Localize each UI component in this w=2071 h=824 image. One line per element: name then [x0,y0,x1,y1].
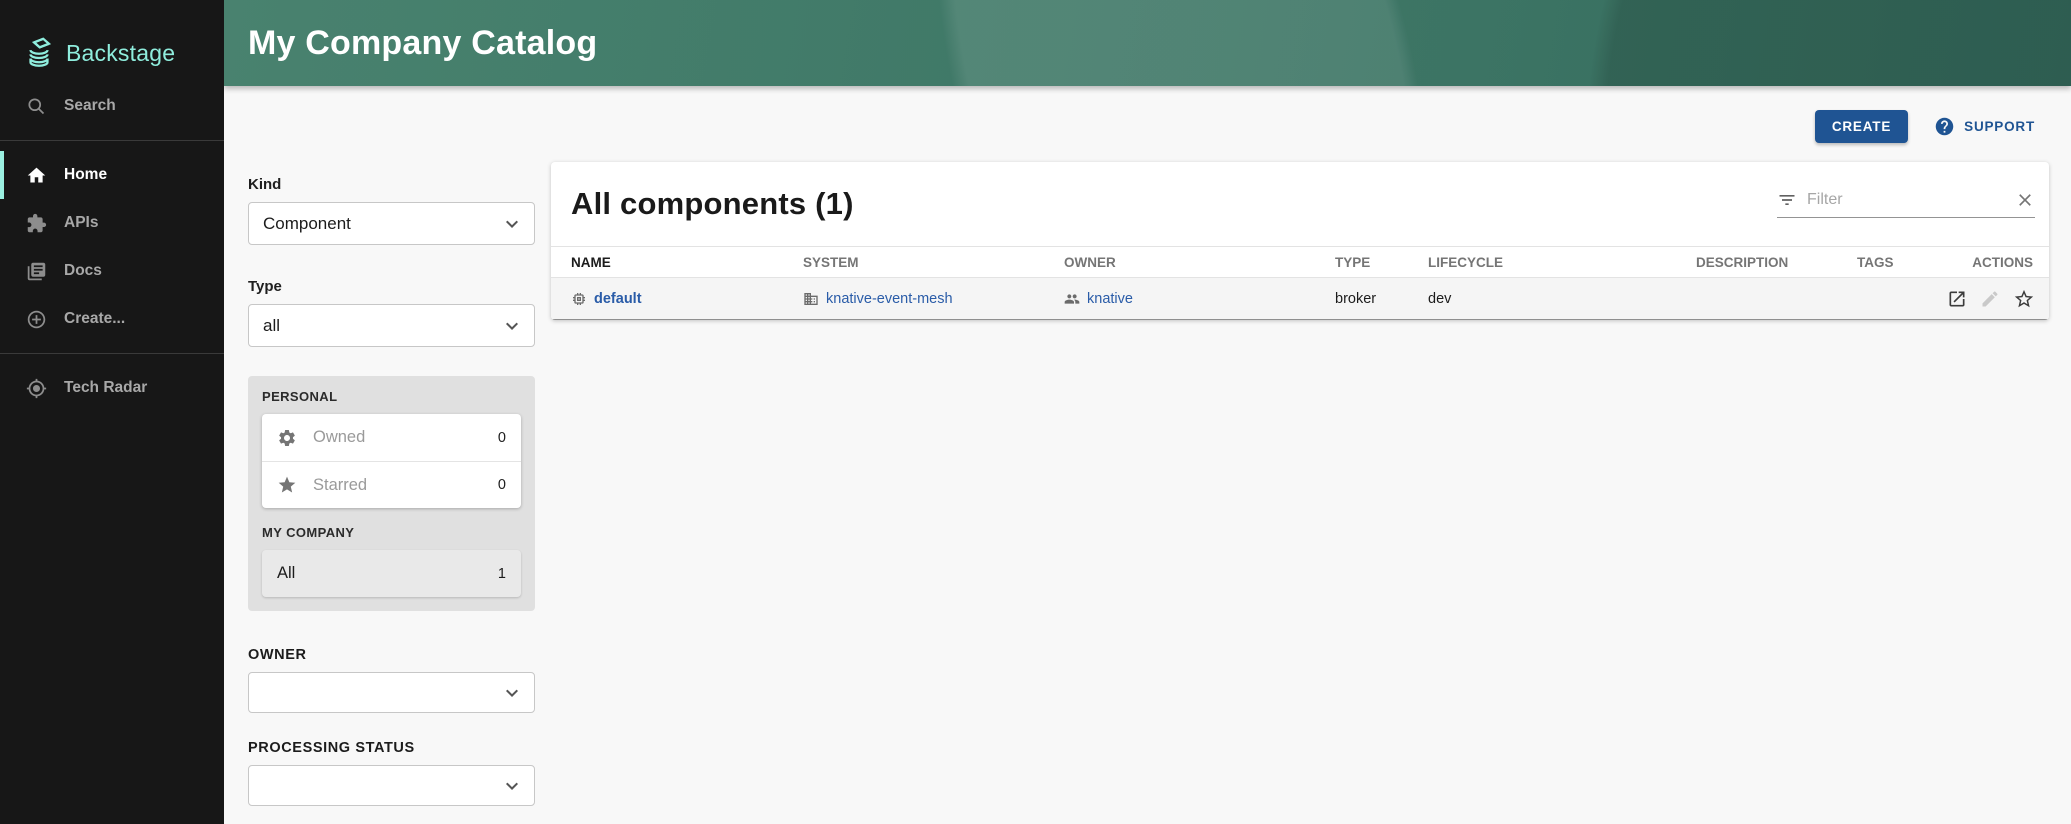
table-header-row: NAME SYSTEM OWNER TYPE LIFECYCLE DESCRIP… [551,247,2049,278]
sidebar-item-label: Tech Radar [64,379,147,397]
support-button[interactable]: SUPPORT [1934,116,2035,137]
page-title: My Company Catalog [224,24,597,63]
sidebar-item-docs[interactable]: Docs [0,247,224,295]
filter-item-label: All [277,564,295,583]
column-header-name[interactable]: NAME [551,247,803,278]
column-header-actions: ACTIONS [1947,247,2049,278]
group-icon [1064,291,1080,307]
sidebar-divider [0,353,224,354]
sidebar-item-label: Search [64,97,116,115]
chevron-down-icon [500,681,524,705]
table-title: All components (1) [571,186,854,222]
column-header-type[interactable]: TYPE [1335,247,1428,278]
sidebar-item-search[interactable]: Search [0,82,224,130]
filter-item-owned[interactable]: Owned 0 [262,414,521,461]
backstage-catalog-page: My Company Catalog Backstage Search Home… [0,0,2071,824]
system-link[interactable]: knative-event-mesh [826,291,953,307]
lifecycle-cell: dev [1428,278,1696,320]
backstage-logo[interactable]: Backstage [0,0,224,80]
backstage-logo-icon [22,36,56,70]
gear-icon [277,428,297,448]
entity-picker-card: PERSONAL Owned 0 Starred 0 MY COMPANY Al… [248,376,535,611]
sidebar-item-label: Create... [64,310,125,328]
sidebar-item-tech-radar[interactable]: Tech Radar [0,364,224,412]
component-icon [571,291,587,307]
description-cell [1696,278,1857,320]
type-select[interactable]: all [248,304,535,347]
chevron-down-icon [500,212,524,236]
column-header-lifecycle[interactable]: LIFECYCLE [1428,247,1696,278]
sidebar-divider [0,140,224,141]
open-in-new-icon[interactable] [1947,289,1967,309]
star-border-icon[interactable] [2013,288,2035,310]
table-row: default knative-event-mesh knative [551,278,2049,320]
processing-status-label: PROCESSING STATUS [248,740,535,756]
support-label: SUPPORT [1964,119,2035,134]
kind-label: Kind [248,176,535,193]
filter-item-starred[interactable]: Starred 0 [262,461,521,508]
help-icon [1934,116,1955,137]
filter-item-label: Owned [313,428,365,447]
chevron-down-icon [500,314,524,338]
owner-label: OWNER [248,647,535,663]
owner-cell: knative [1064,291,1335,307]
sidebar: Backstage Search Home APIs Docs Create..… [0,0,224,824]
entity-link-default[interactable]: default [594,291,642,307]
chevron-down-icon [500,774,524,798]
search-icon [26,96,47,117]
system-icon [803,291,819,307]
tech-radar-icon [26,378,47,399]
kind-select-value: Component [263,214,351,234]
filter-item-count: 0 [498,477,506,493]
column-header-tags[interactable]: TAGS [1857,247,1947,278]
page-header: My Company Catalog [224,0,2071,86]
filter-item-all[interactable]: All 1 [262,550,521,597]
docs-icon [26,261,47,282]
star-icon [277,475,297,495]
table-card-header: All components (1) [551,162,2049,246]
name-cell: default [571,291,803,307]
filter-panel: Kind Component Type all PERSONAL Owned 0 [248,176,535,806]
type-label: Type [248,278,535,295]
sidebar-item-create[interactable]: Create... [0,295,224,343]
type-select-value: all [263,316,280,336]
actions-cell [1947,288,2049,310]
owner-link[interactable]: knative [1087,291,1133,307]
edit-icon[interactable] [1980,289,2000,309]
table-filter-input[interactable] [1807,191,2005,209]
filter-item-label: Starred [313,476,367,495]
table-filter [1777,190,2035,218]
home-icon [26,165,47,186]
column-header-description[interactable]: DESCRIPTION [1696,247,1857,278]
components-table: NAME SYSTEM OWNER TYPE LIFECYCLE DESCRIP… [551,246,2049,320]
content-toolbar: CREATE SUPPORT [1815,110,2035,143]
processing-status-select[interactable] [248,765,535,806]
system-cell: knative-event-mesh [803,291,1064,307]
clear-filter-icon[interactable] [2015,190,2035,210]
add-circle-icon [26,309,47,330]
tags-cell [1857,278,1947,320]
type-cell: broker [1335,278,1428,320]
personal-list: Owned 0 Starred 0 [262,414,521,508]
filter-item-count: 0 [498,430,506,446]
components-table-card: All components (1) NAME SYSTEM OWNER TYP… [551,162,2049,320]
sidebar-item-label: Home [64,166,107,184]
sidebar-item-apis[interactable]: APIs [0,199,224,247]
backstage-logo-text: Backstage [66,40,175,67]
personal-section-header: PERSONAL [262,389,521,404]
sidebar-item-label: APIs [64,214,98,232]
owner-select[interactable] [248,672,535,713]
extension-icon [26,213,47,234]
create-button[interactable]: CREATE [1815,110,1908,143]
sidebar-item-label: Docs [64,262,102,280]
column-header-system[interactable]: SYSTEM [803,247,1064,278]
filter-item-count: 1 [498,566,506,582]
sidebar-item-home[interactable]: Home [0,151,224,199]
company-section-header: MY COMPANY [262,525,521,540]
kind-select[interactable]: Component [248,202,535,245]
column-header-owner[interactable]: OWNER [1064,247,1335,278]
filter-list-icon [1777,190,1797,210]
